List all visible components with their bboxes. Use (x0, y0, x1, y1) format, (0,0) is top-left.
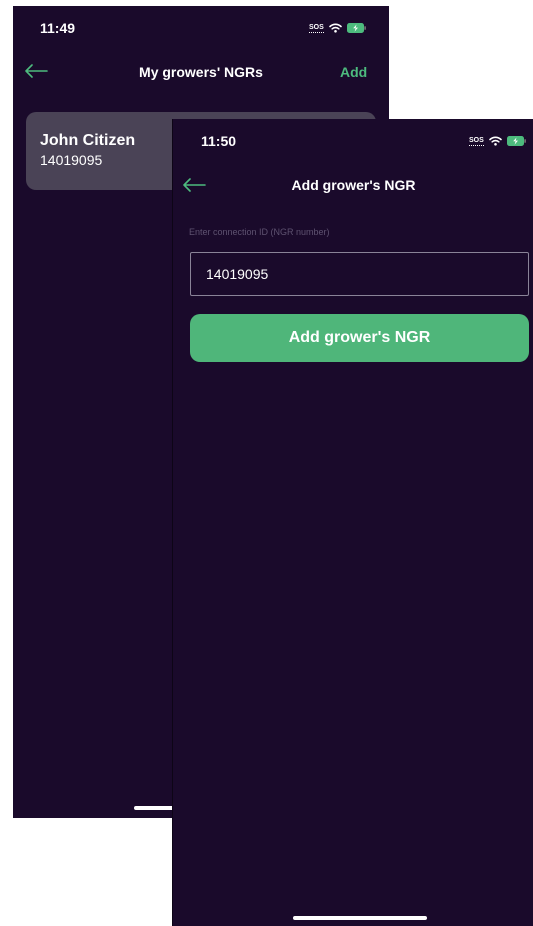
battery-charging-icon (506, 136, 526, 146)
status-icons: SOS (469, 136, 527, 146)
page-title: Add grower's NGR (291, 177, 416, 193)
status-icons: SOS (309, 23, 367, 33)
home-indicator (293, 916, 427, 920)
battery-charging-icon (346, 23, 366, 33)
ngr-field-label: Enter connection ID (NGR number) (189, 227, 330, 237)
add-grower-ngr-screen: 11:50 SOS Add grower's NGR Enter connect… (172, 119, 533, 926)
wifi-icon (488, 136, 502, 146)
status-time: 11:49 (40, 20, 76, 36)
add-grower-ngr-button[interactable]: Add grower's NGR (190, 314, 529, 362)
page-title: My growers' NGRs (139, 64, 263, 80)
grower-ngr-number: 14019095 (40, 152, 103, 168)
sos-icon: SOS (469, 136, 484, 146)
wifi-icon (328, 23, 342, 33)
add-button[interactable]: Add (340, 64, 367, 80)
ngr-number-input[interactable] (190, 252, 529, 296)
status-time: 11:50 (201, 133, 237, 149)
grower-name: John Citizen (40, 132, 136, 149)
sos-icon: SOS (309, 23, 324, 33)
